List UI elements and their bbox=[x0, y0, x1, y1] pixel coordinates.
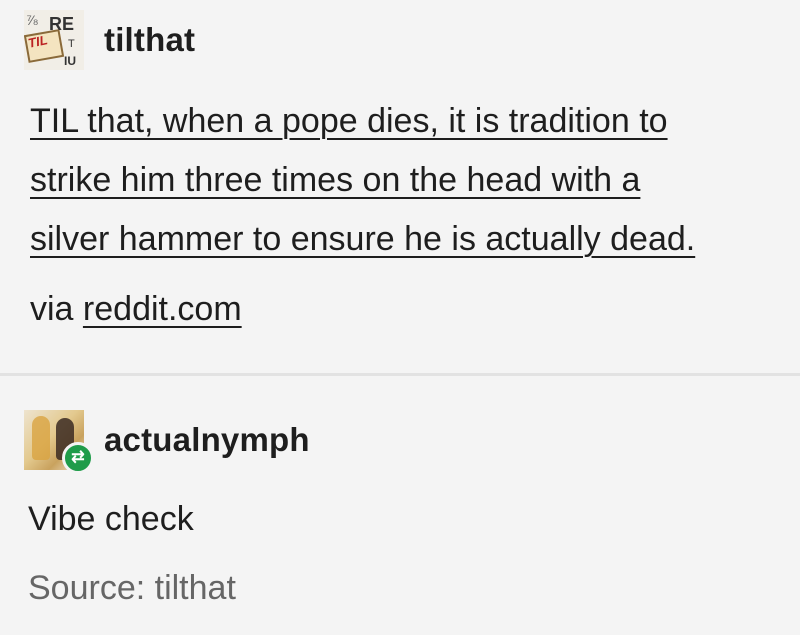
via-source-link[interactable]: reddit.com bbox=[83, 290, 242, 328]
username-actualnymph[interactable]: actualnymph bbox=[104, 421, 310, 459]
post-link-line-3[interactable]: silver hammer to ensure he is actually d… bbox=[30, 220, 695, 258]
post-link-line-1[interactable]: TIL that, when a pope dies, it is tradit… bbox=[30, 102, 668, 140]
original-post-header: ⅞ RE TIL T IU tilthat bbox=[24, 10, 195, 70]
post-link-line-2[interactable]: strike him three times on the head with … bbox=[30, 161, 640, 199]
til-book-avatar[interactable]: ⅞ RE TIL T IU bbox=[24, 10, 84, 70]
reblog-icon: ⇄ bbox=[62, 442, 94, 474]
via-label: via bbox=[30, 290, 74, 328]
via-line: via reddit.com bbox=[30, 290, 242, 329]
reblog-comment: Vibe check bbox=[28, 500, 194, 538]
username-tilthat[interactable]: tilthat bbox=[104, 21, 195, 59]
post-body: TIL that, when a pope dies, it is tradit… bbox=[30, 92, 780, 269]
source-attribution[interactable]: Source: tilthat bbox=[28, 569, 236, 608]
